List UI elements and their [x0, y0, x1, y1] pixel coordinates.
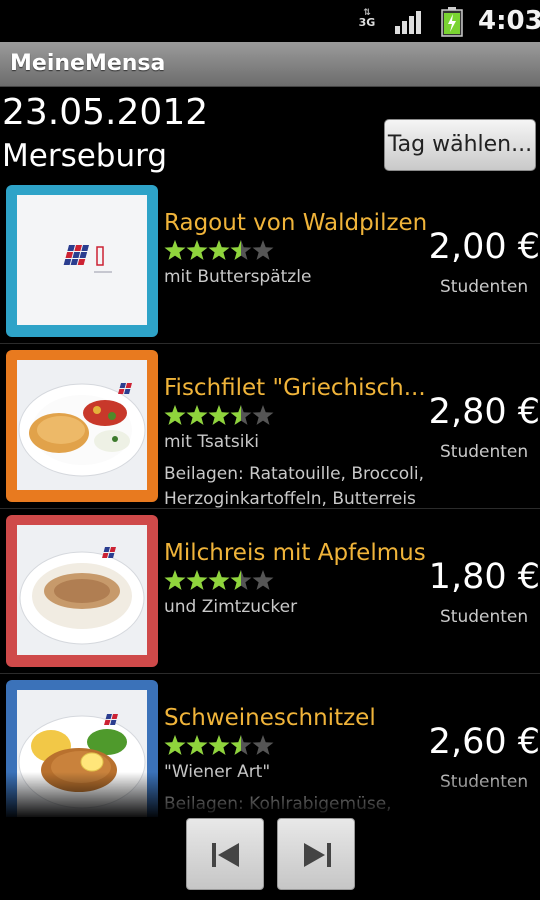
meal-image	[17, 525, 147, 655]
star-filled-icon	[208, 405, 230, 425]
meal-name: Milchreis mit Apfelmus	[164, 540, 426, 566]
meal-image-frame	[6, 350, 158, 502]
next-day-button[interactable]	[277, 818, 355, 890]
star-filled-icon	[164, 570, 186, 590]
rating-stars	[164, 240, 274, 260]
star-filled-icon	[164, 405, 186, 425]
star-filled-icon	[208, 570, 230, 590]
fish-plate-icon	[18, 383, 146, 477]
rice-plate-icon	[19, 547, 145, 645]
meal-item[interactable]: Schweineschnitzel "Wiener Art" Beilagen:…	[0, 674, 540, 817]
signal-icon	[395, 11, 421, 34]
star-filled-icon	[164, 735, 186, 755]
meal-item[interactable]: Fischfilet "Griechisch... mit Tsatsiki B…	[0, 344, 540, 509]
meal-description: mit Tsatsiki	[164, 432, 260, 452]
meal-item[interactable]: Milchreis mit Apfelmus und Zimtzucker 1,…	[0, 509, 540, 674]
price-category: Studenten	[440, 277, 529, 297]
meal-image	[17, 360, 147, 490]
network-type-label: 3G	[358, 16, 376, 29]
meal-image	[17, 690, 147, 817]
skip-previous-icon	[212, 843, 239, 867]
battery-charging-icon	[441, 7, 463, 37]
meal-price: 1,80 €	[428, 557, 540, 597]
star-filled-icon	[186, 570, 208, 590]
choose-day-button[interactable]: Tag wählen...	[384, 119, 536, 171]
meal-name: Fischfilet "Griechisch...	[164, 375, 426, 401]
meal-side-dishes: Beilagen: Kohlrabigemüse, Buttererbsen, …	[164, 794, 392, 814]
meal-description: mit Butterspätzle	[164, 267, 312, 287]
star-filled-icon	[208, 735, 230, 755]
star-filled-icon	[186, 240, 208, 260]
logo-placeholder-icon	[63, 245, 112, 273]
meal-item[interactable]: Ragout von Waldpilzen mit Butterspätzle …	[0, 179, 540, 344]
meal-price: 2,00 €	[428, 227, 540, 267]
star-filled-icon	[186, 405, 208, 425]
meal-image-frame	[6, 185, 158, 337]
network-type-icon: ⇅ 3G	[355, 8, 379, 36]
star-empty-icon	[252, 240, 274, 260]
meal-image-frame	[6, 680, 158, 817]
star-empty-icon	[252, 405, 274, 425]
clock: 4:03	[478, 6, 540, 36]
meal-image-frame	[6, 515, 158, 667]
meal-name: Ragout von Waldpilzen	[164, 210, 426, 236]
rating-stars	[164, 405, 274, 425]
meal-price: 2,60 €	[428, 722, 540, 762]
rating-stars	[164, 735, 274, 755]
star-filled-icon	[208, 240, 230, 260]
meal-price: 2,80 €	[428, 392, 540, 432]
meal-description: und Zimtzucker	[164, 597, 298, 617]
price-category: Studenten	[440, 772, 529, 792]
meal-side-dishes: Beilagen: Ratatouille, Broccoli, Herzogi…	[164, 464, 424, 509]
schnitzel-plate-icon	[18, 714, 146, 809]
star-empty-icon	[252, 735, 274, 755]
location-label: Merseburg	[2, 138, 167, 174]
star-filled-icon	[164, 240, 186, 260]
price-category: Studenten	[440, 442, 529, 462]
app-title: MeineMensa	[10, 51, 166, 76]
price-category: Studenten	[440, 607, 529, 627]
app-title-bar: MeineMensa	[0, 42, 540, 87]
star-filled-icon	[186, 735, 208, 755]
star-empty-icon	[252, 570, 274, 590]
meal-description: "Wiener Art"	[164, 762, 271, 782]
meal-list[interactable]: Ragout von Waldpilzen mit Butterspätzle …	[0, 179, 540, 817]
rating-stars	[164, 570, 274, 590]
meal-name: Schweineschnitzel	[164, 705, 376, 731]
skip-next-icon	[304, 843, 331, 867]
meal-image	[17, 195, 147, 325]
previous-day-button[interactable]	[186, 818, 264, 890]
date-label: 23.05.2012	[2, 92, 209, 133]
status-bar: ⇅ 3G 4:03	[0, 0, 540, 42]
